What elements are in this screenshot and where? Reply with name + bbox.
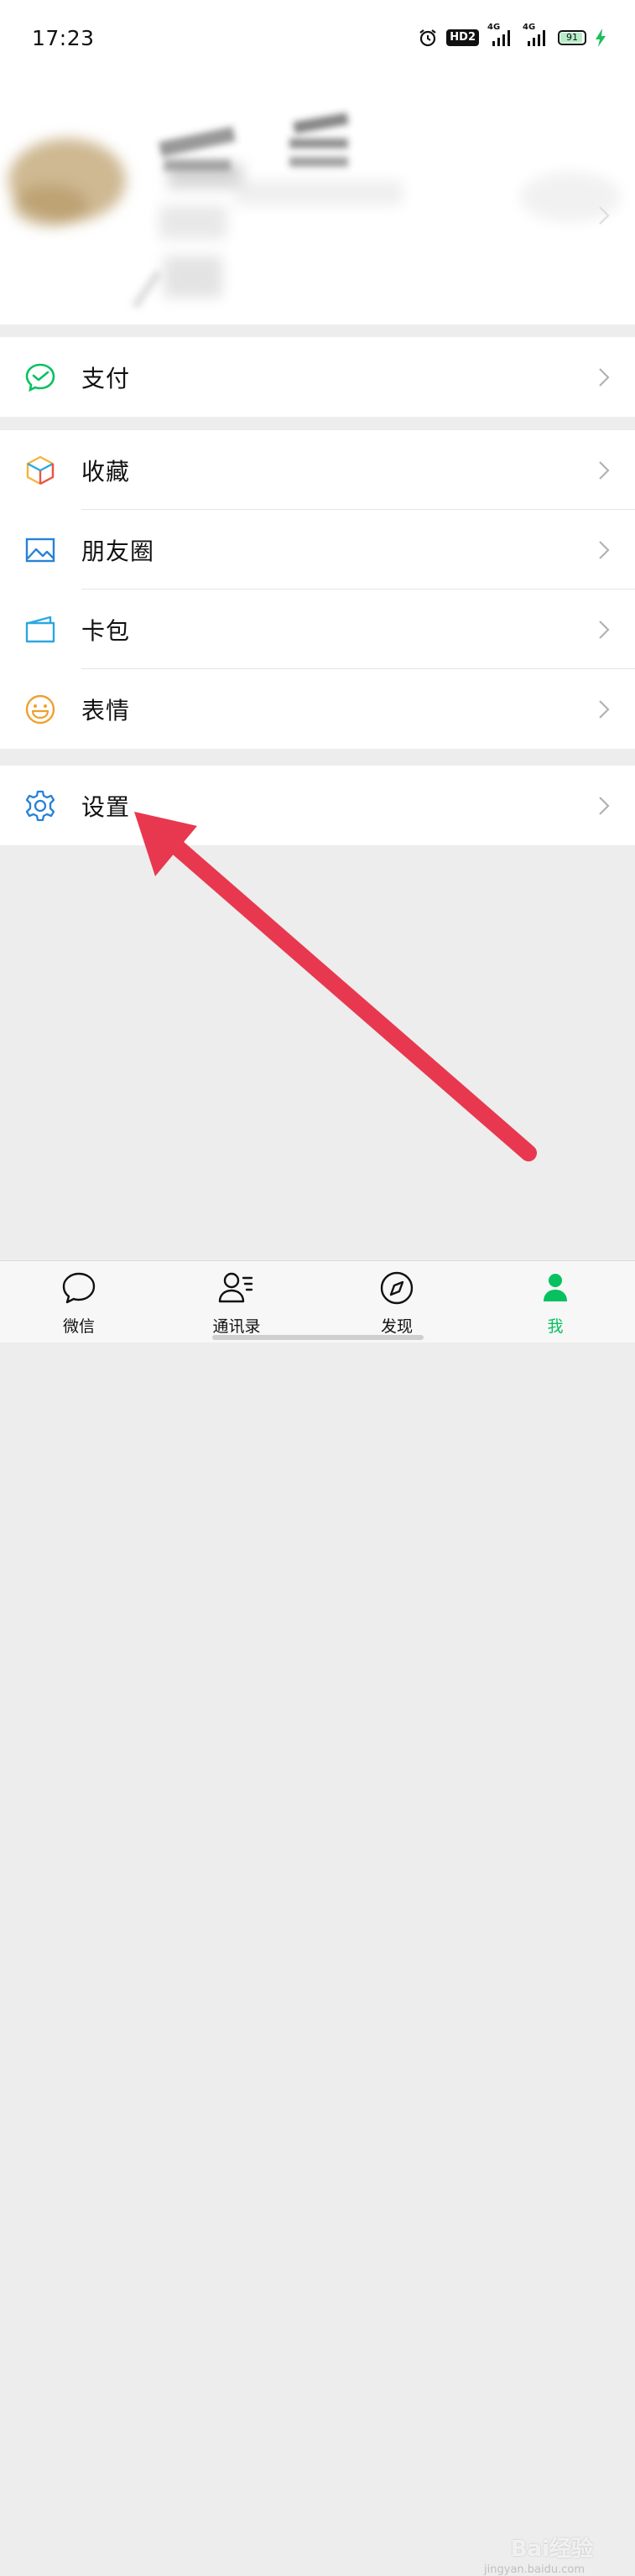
tab-discover[interactable]: 发现	[330, 1261, 464, 1343]
wechat-pay-icon	[25, 363, 55, 392]
menu-item-stickers[interactable]: 表情	[0, 669, 635, 749]
watermark-url: jingyan.baidu.com	[484, 2563, 585, 2576]
tab-label: 我	[547, 1317, 564, 1336]
tab-chats[interactable]: 微信	[12, 1261, 146, 1343]
tab-label: 发现	[380, 1317, 413, 1336]
menu-item-label: 朋友圈	[81, 537, 155, 565]
menu-item-settings[interactable]: 设置	[0, 766, 635, 845]
gear-icon	[25, 790, 55, 822]
tab-label: 微信	[62, 1317, 95, 1336]
chevron-right-icon	[599, 797, 610, 815]
settings-group: 设置	[0, 766, 635, 845]
menu-item-moments[interactable]: 朋友圈	[0, 510, 635, 589]
profile-header[interactable]	[0, 80, 635, 325]
menu-item-cards[interactable]: 卡包	[0, 589, 635, 669]
status-icons: HD2 4G 4G 91	[418, 23, 606, 49]
tab-contacts[interactable]: 通讯录	[169, 1261, 304, 1343]
main-group: 收藏 朋友圈 卡包 表情	[0, 430, 635, 749]
watermark: Bai经验	[510, 2537, 593, 2562]
signal-icon: 4G	[487, 23, 514, 48]
menu-item-label: 支付	[81, 364, 131, 392]
tab-label: 通讯录	[212, 1317, 261, 1336]
chevron-right-icon	[599, 621, 610, 639]
smiley-icon	[25, 694, 55, 724]
menu-item-label: 设置	[81, 792, 131, 821]
tab-me[interactable]: 我	[488, 1261, 622, 1343]
profile-chevron-icon	[599, 206, 610, 225]
compass-icon	[380, 1271, 414, 1305]
blurred-profile	[8, 112, 621, 309]
signal-icon: 4G	[523, 23, 549, 48]
charging-icon	[595, 28, 606, 48]
chevron-right-icon	[599, 368, 610, 387]
battery-icon: 91	[558, 30, 586, 45]
menu-item-label: 表情	[81, 696, 131, 724]
chevron-right-icon	[599, 541, 610, 559]
pay-group: 支付	[0, 337, 635, 417]
chat-bubble-icon	[62, 1272, 96, 1304]
photo-icon	[25, 538, 55, 563]
chevron-right-icon	[599, 461, 610, 480]
cube-icon	[26, 455, 55, 486]
status-bar: 17:23 HD2 4G 4G 91	[0, 0, 635, 80]
alarm-icon	[418, 28, 438, 48]
menu-item-pay[interactable]: 支付	[0, 337, 635, 417]
menu-item-favorites[interactable]: 收藏	[0, 430, 635, 510]
home-indicator	[212, 1335, 424, 1340]
menu-item-label: 收藏	[81, 457, 131, 486]
status-time: 17:23	[32, 26, 95, 50]
hd-voice-icon: HD2	[446, 29, 479, 46]
card-wallet-icon	[25, 615, 55, 643]
person-icon	[544, 1274, 567, 1301]
menu-item-label: 卡包	[81, 616, 131, 645]
chevron-right-icon	[599, 700, 610, 719]
contacts-icon	[218, 1272, 253, 1303]
tab-bar: 微信 通讯录 发现 我 Bai经验 jingyan.baidu.com	[0, 1260, 635, 2576]
